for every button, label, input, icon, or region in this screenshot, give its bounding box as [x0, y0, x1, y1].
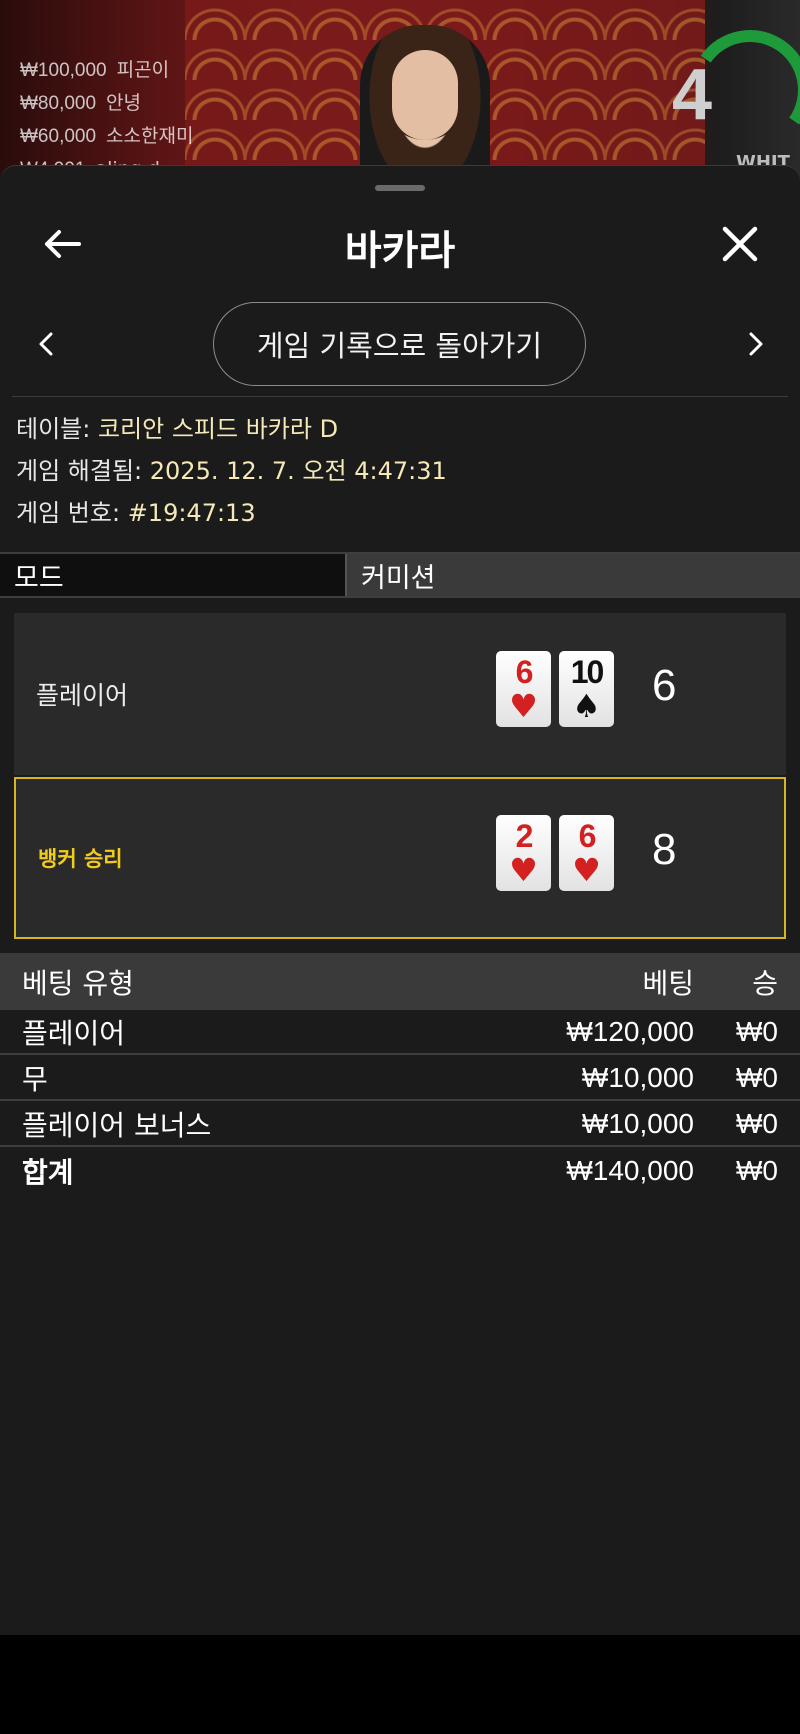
leaderboard-row: ₩100,000 피곤이: [20, 59, 170, 81]
total-row: 합계 ₩140,000 ₩0: [22, 1155, 778, 1189]
back-to-history-button[interactable]: 게임 기록으로 돌아가기: [213, 302, 586, 386]
game-number-info: 게임 번호: #19:47:13: [16, 499, 256, 527]
leaderboard-row: ₩60,000 소소한재미: [20, 125, 194, 147]
page-title: 바카라: [344, 228, 456, 274]
banker-win-label: 뱅커 승리: [38, 847, 123, 871]
close-button[interactable]: [716, 220, 764, 268]
game-info: 테이블: 코리안 스피드 바카라 D 게임 해결됨: 2025. 12. 7. …: [16, 408, 447, 534]
previous-round-button[interactable]: [28, 322, 64, 366]
banker-result: 뱅커 승리 2 ♥ 6 ♥ 8: [14, 777, 786, 939]
heart-suit-icon: ♥: [509, 687, 538, 725]
playing-card: 10 ♠: [559, 651, 614, 727]
table-row: 무 ₩10,000 ₩0: [0, 1057, 800, 1101]
heart-suit-icon: ♥: [572, 851, 601, 889]
resolved-info: 게임 해결됨: 2025. 12. 7. 오전 4:47:31: [16, 457, 447, 485]
banker-cards: 2 ♥ 6 ♥: [496, 815, 614, 891]
leaderboard-row: ₩80,000 안녕: [20, 92, 142, 114]
playing-card: 2 ♥: [496, 815, 551, 891]
chevron-right-icon: [749, 332, 763, 356]
spade-suit-icon: ♠: [572, 687, 601, 725]
table-row: 플레이어 ₩120,000 ₩0: [0, 1011, 800, 1055]
divider: [12, 396, 788, 397]
column-header-type: 베팅 유형: [22, 966, 134, 1000]
player-cards: 6 ♥ 10 ♠: [496, 651, 614, 727]
table-info: 테이블: 코리안 스피드 바카라 D: [16, 415, 339, 443]
player-label: 플레이어: [36, 681, 129, 710]
close-icon: [722, 226, 758, 262]
column-header-win: 승: [752, 966, 778, 1000]
chevron-left-icon: [39, 332, 53, 356]
tab-bar: 모드 커미션: [0, 552, 800, 598]
playing-card: 6 ♥: [559, 815, 614, 891]
round-navigation: 게임 기록으로 돌아가기: [0, 302, 800, 386]
countdown-timer: 4: [672, 55, 713, 135]
dealer-head: [392, 50, 458, 140]
tab-mode[interactable]: 모드: [0, 554, 347, 596]
playing-card: 6 ♥: [496, 651, 551, 727]
column-header-bet: 베팅: [642, 966, 694, 1000]
tab-commission[interactable]: 커미션: [347, 554, 800, 596]
sheet-header: 바카라: [0, 204, 800, 284]
table-row: 플레이어 보너스 ₩10,000 ₩0: [0, 1103, 800, 1147]
bets-table-header: 베팅 유형 베팅 승: [0, 953, 800, 1010]
heart-suit-icon: ♥: [509, 851, 538, 889]
next-round-button[interactable]: [738, 322, 774, 366]
sheet-drag-handle[interactable]: [375, 185, 425, 191]
player-score: 6: [652, 661, 677, 710]
player-result: 플레이어 6 ♥ 10 ♠ 6: [14, 613, 786, 775]
banker-score: 8: [652, 825, 677, 874]
game-history-sheet: 바카라 게임 기록으로 돌아가기 테이블: 코리안 스피드 바카라 D 게임 해…: [0, 165, 800, 1635]
